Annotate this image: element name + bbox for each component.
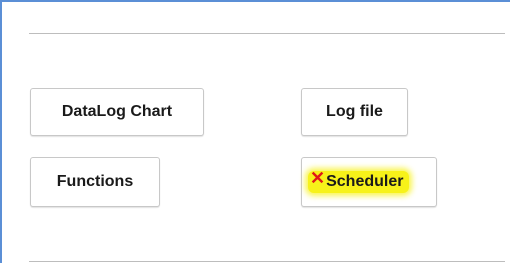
functions-label: Functions <box>56 173 134 190</box>
scheduler-button[interactable]: ✕ Scheduler <box>301 157 437 207</box>
functions-button[interactable]: Functions <box>30 157 160 207</box>
datalog-chart-button[interactable]: DataLog Chart <box>30 88 204 136</box>
scheduler-highlight: ✕ Scheduler <box>308 168 410 193</box>
panel-frame: DataLog Chart Log file Functions ✕ Sched… <box>0 0 510 263</box>
log-file-label: Log file <box>326 103 383 120</box>
log-file-button[interactable]: Log file <box>301 88 408 136</box>
scheduler-label: Scheduler <box>326 173 404 190</box>
datalog-chart-label: DataLog Chart <box>61 103 173 120</box>
top-divider <box>29 33 505 34</box>
close-icon: ✕ <box>310 168 326 188</box>
bottom-divider <box>29 261 505 262</box>
